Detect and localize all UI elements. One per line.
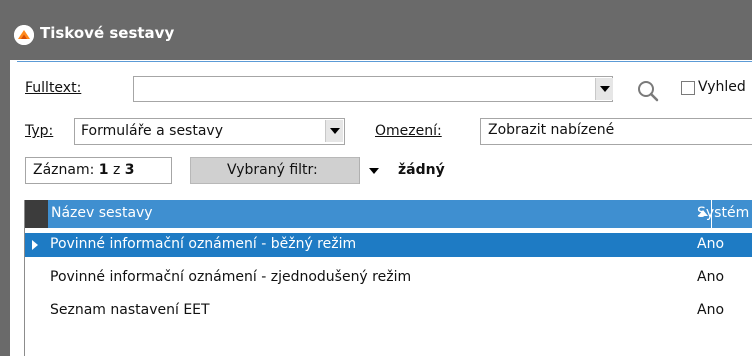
row-indicator-header bbox=[25, 200, 48, 228]
print-reports-window: Tiskové sestavy Fulltext: Vyhled Typ: Fo… bbox=[0, 0, 752, 356]
restriction-label: Omezení: bbox=[375, 123, 442, 139]
grid-header: Název sestavy Systém bbox=[25, 200, 752, 228]
panel-top-border bbox=[17, 61, 752, 62]
type-label-text: Typ: bbox=[25, 123, 54, 139]
search-icon[interactable] bbox=[636, 79, 660, 103]
selected-filter-value: žádný bbox=[398, 162, 445, 178]
type-label: Typ: bbox=[25, 123, 53, 139]
search-option-label: Vyhled bbox=[698, 79, 746, 95]
record-total: 3 bbox=[124, 162, 135, 178]
row-system: Ano bbox=[697, 269, 725, 285]
fulltext-input[interactable] bbox=[133, 76, 613, 102]
row-name: Povinné informační oznámení - běžný reži… bbox=[50, 236, 357, 252]
window-title: Tiskové sestavy bbox=[40, 24, 175, 42]
app-logo-icon bbox=[14, 25, 34, 45]
chevron-down-icon bbox=[600, 86, 610, 92]
table-row[interactable]: Povinné informační oznámení - zjednoduše… bbox=[25, 266, 752, 290]
reports-grid: Název sestavy Systém Povinné informační … bbox=[24, 200, 752, 356]
table-row[interactable]: Seznam nastavení EET Ano bbox=[25, 299, 752, 323]
table-row[interactable]: Povinné informační oznámení - běžný reži… bbox=[25, 233, 752, 257]
type-dropdown-button[interactable] bbox=[325, 120, 343, 142]
type-select-value: Formuláře a sestavy bbox=[81, 123, 223, 139]
chevron-down-icon bbox=[369, 168, 379, 174]
row-name: Seznam nastavení EET bbox=[50, 302, 210, 318]
column-header-name-label: Název sestavy bbox=[51, 205, 153, 221]
record-counter-text: Záznam: 1 z 3 bbox=[33, 162, 135, 178]
title-bar: Tiskové sestavy bbox=[0, 0, 752, 60]
row-system: Ano bbox=[697, 236, 725, 252]
restriction-select-value: Zobrazit nabízené bbox=[488, 122, 615, 138]
fulltext-label: Fulltext: bbox=[25, 80, 82, 96]
filter-dropdown-button[interactable] bbox=[359, 157, 386, 184]
selected-filter-label: Vybraný filtr: bbox=[227, 162, 318, 178]
row-name: Povinné informační oznámení - zjednoduše… bbox=[50, 269, 412, 285]
fulltext-history-dropdown-button[interactable] bbox=[595, 78, 613, 100]
record-prefix: Záznam: bbox=[33, 162, 95, 178]
chevron-down-icon bbox=[330, 128, 340, 134]
record-separator: z bbox=[112, 162, 121, 178]
row-system: Ano bbox=[697, 302, 725, 318]
window-left-border bbox=[0, 60, 10, 356]
current-row-arrow-icon bbox=[32, 240, 38, 250]
restriction-label-text: Omezení: bbox=[375, 123, 442, 139]
search-option-checkbox[interactable] bbox=[681, 81, 695, 95]
record-current: 1 bbox=[98, 162, 109, 178]
column-header-system-label: Systém bbox=[697, 205, 750, 221]
